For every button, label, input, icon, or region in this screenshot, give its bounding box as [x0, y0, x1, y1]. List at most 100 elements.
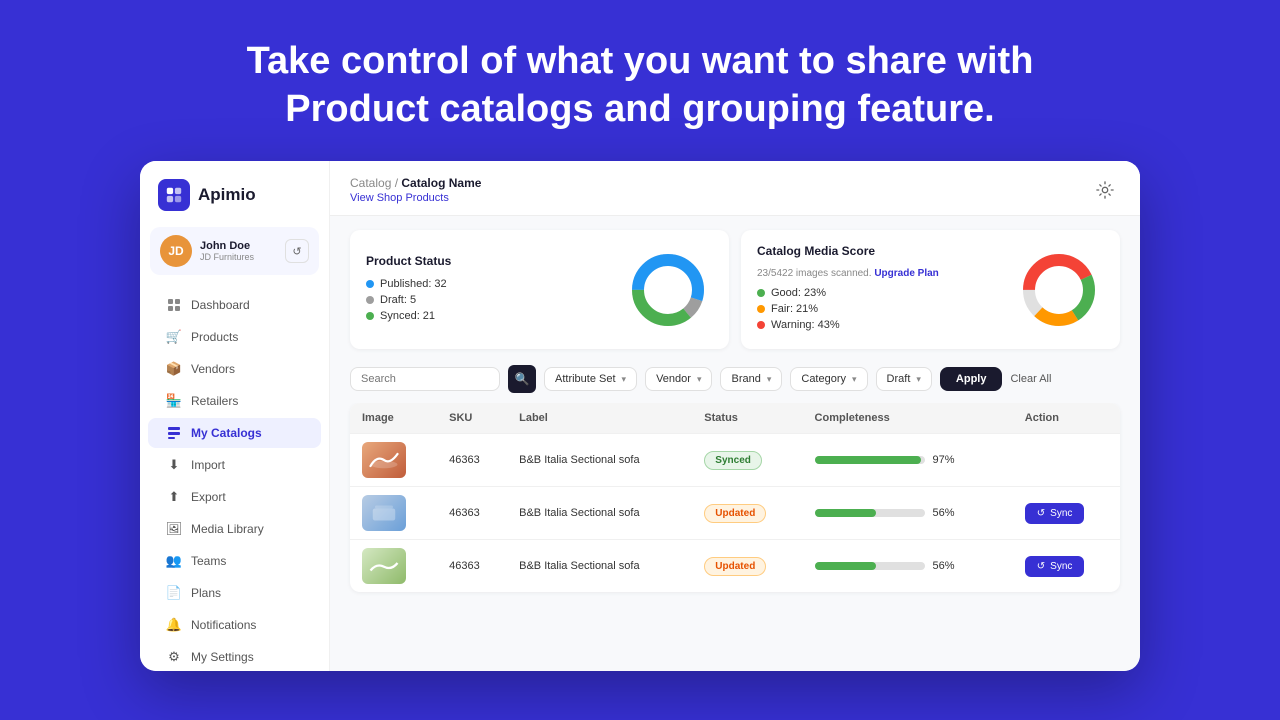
sync-button-row2[interactable]: ↺ Sync: [1025, 503, 1085, 524]
upgrade-plan-link[interactable]: Upgrade Plan: [874, 268, 938, 279]
cell-completeness-2: 56%: [803, 487, 1013, 540]
user-info: John Doe JD Furnitures: [200, 240, 277, 262]
media-score-chart: [1014, 245, 1104, 335]
table-header-row: Image SKU Label Status Completeness Acti…: [350, 403, 1120, 434]
logo-icon: [158, 179, 190, 211]
category-label: Category: [801, 373, 846, 385]
stat-synced: Synced: 21: [366, 310, 607, 322]
cell-sku-3: 46363: [437, 540, 507, 593]
chevron-down-icon-4: ▾: [852, 374, 857, 385]
attribute-set-dropdown[interactable]: Attribute Set ▾: [544, 367, 637, 391]
product-image-2: [362, 495, 406, 531]
sidebar-item-plans[interactable]: 📄 Plans: [148, 578, 321, 608]
category-dropdown[interactable]: Category ▾: [790, 367, 867, 391]
cell-image: [350, 434, 437, 487]
search-input[interactable]: [361, 373, 489, 385]
sidebar-item-dashboard[interactable]: Dashboard: [148, 290, 321, 320]
draft-label: Draft: [887, 373, 911, 385]
stat-good: Good: 23%: [757, 287, 998, 299]
search-button[interactable]: 🔍: [508, 365, 536, 393]
media-score-title: Catalog Media Score: [757, 244, 998, 258]
sidebar-item-vendors[interactable]: 📦 Vendors: [148, 354, 321, 384]
sidebar-item-import[interactable]: ⬇ Import: [148, 450, 321, 480]
settings-icon: ⚙: [166, 649, 182, 665]
sidebar-item-my-catalogs[interactable]: My Catalogs: [148, 418, 321, 448]
table-row: 46363 B&B Italia Sectional sofa Synced: [350, 434, 1120, 487]
notifications-icon: 🔔: [166, 617, 182, 633]
cell-sku-1: 46363: [437, 434, 507, 487]
chevron-down-icon-3: ▾: [767, 374, 772, 385]
completeness-value-2: 56%: [933, 507, 955, 519]
stat-published: Published: 32: [366, 278, 607, 290]
sync-button-row3[interactable]: ↺ Sync: [1025, 556, 1085, 577]
chevron-down-icon-2: ▾: [697, 374, 702, 385]
vendor-label: Vendor: [656, 373, 691, 385]
gear-button[interactable]: [1090, 175, 1120, 205]
sidebar: Apimio JD John Doe JD Furnitures ↺: [140, 161, 330, 671]
breadcrumb-current: Catalog Name: [401, 176, 481, 190]
chevron-down-icon-5: ▾: [916, 374, 921, 385]
search-box[interactable]: [350, 367, 500, 391]
attribute-set-label: Attribute Set: [555, 373, 616, 385]
nav-label-vendors: Vendors: [191, 362, 235, 376]
chevron-down-icon: ▾: [622, 374, 627, 385]
cell-status-2: Updated: [692, 487, 802, 540]
products-table-container: Image SKU Label Status Completeness Acti…: [330, 403, 1140, 671]
user-name: John Doe: [200, 240, 277, 252]
completeness-value-1: 97%: [933, 454, 955, 466]
warning-dot: [757, 321, 765, 329]
nav-label-settings: My Settings: [191, 650, 254, 664]
good-dot: [757, 289, 765, 297]
vendor-dropdown[interactable]: Vendor ▾: [645, 367, 712, 391]
export-icon: ⬆: [166, 489, 182, 505]
cell-label-1: B&B Italia Sectional sofa: [507, 434, 692, 487]
progress-bg-3: [815, 562, 925, 570]
progress-fill-2: [815, 509, 877, 517]
hero-line1: Take control of what you want to share w…: [247, 40, 1034, 82]
stat-fair: Fair: 21%: [757, 303, 998, 315]
import-icon: ⬇: [166, 457, 182, 473]
brand-label: Brand: [731, 373, 760, 385]
sync-icon-btn-3: ↺: [1037, 561, 1045, 572]
sidebar-item-retailers[interactable]: 🏪 Retailers: [148, 386, 321, 416]
sidebar-item-media-library[interactable]: 🖼 Media Library: [148, 514, 321, 544]
app-window: Apimio JD John Doe JD Furnitures ↺: [140, 161, 1140, 671]
nav-label-retailers: Retailers: [191, 394, 238, 408]
draft-dropdown[interactable]: Draft ▾: [876, 367, 932, 391]
sidebar-item-settings[interactable]: ⚙ My Settings: [148, 642, 321, 671]
col-image: Image: [350, 403, 437, 434]
brand-dropdown[interactable]: Brand ▾: [720, 367, 782, 391]
product-image-3: [362, 548, 406, 584]
clear-all-button[interactable]: Clear All: [1010, 373, 1051, 385]
sidebar-item-products[interactable]: 🛒 Products: [148, 322, 321, 352]
apply-button[interactable]: Apply: [940, 367, 1003, 391]
cell-status-1: Synced: [692, 434, 802, 487]
media-score-content: Catalog Media Score 23/5422 images scann…: [757, 244, 998, 335]
avatar: JD: [160, 235, 192, 267]
teams-icon: 👥: [166, 553, 182, 569]
sidebar-item-export[interactable]: ⬆ Export: [148, 482, 321, 512]
nav-label-media: Media Library: [191, 522, 264, 536]
cell-action-3[interactable]: ↺ Sync: [1013, 540, 1120, 593]
completeness-cell-1: 97%: [815, 454, 1001, 466]
completeness-value-3: 56%: [933, 560, 955, 572]
nav-label-products: Products: [191, 330, 238, 344]
product-image-1: [362, 442, 406, 478]
stat-draft: Draft: 5: [366, 294, 607, 306]
synced-dot: [366, 312, 374, 320]
sync-icon[interactable]: ↺: [285, 239, 309, 263]
progress-bg-1: [815, 456, 925, 464]
col-label: Label: [507, 403, 692, 434]
progress-fill-1: [815, 456, 922, 464]
hero-section: Take control of what you want to share w…: [227, 0, 1054, 161]
sidebar-item-notifications[interactable]: 🔔 Notifications: [148, 610, 321, 640]
status-badge-updated: Updated: [704, 504, 766, 523]
products-table: Image SKU Label Status Completeness Acti…: [350, 403, 1120, 592]
col-sku: SKU: [437, 403, 507, 434]
sidebar-item-teams[interactable]: 👥 Teams: [148, 546, 321, 576]
col-completeness: Completeness: [803, 403, 1013, 434]
view-shop-products-link[interactable]: View Shop Products: [350, 192, 481, 204]
nav-label-notifications: Notifications: [191, 618, 256, 632]
cell-action-2[interactable]: ↺ Sync: [1013, 487, 1120, 540]
plans-icon: 📄: [166, 585, 182, 601]
